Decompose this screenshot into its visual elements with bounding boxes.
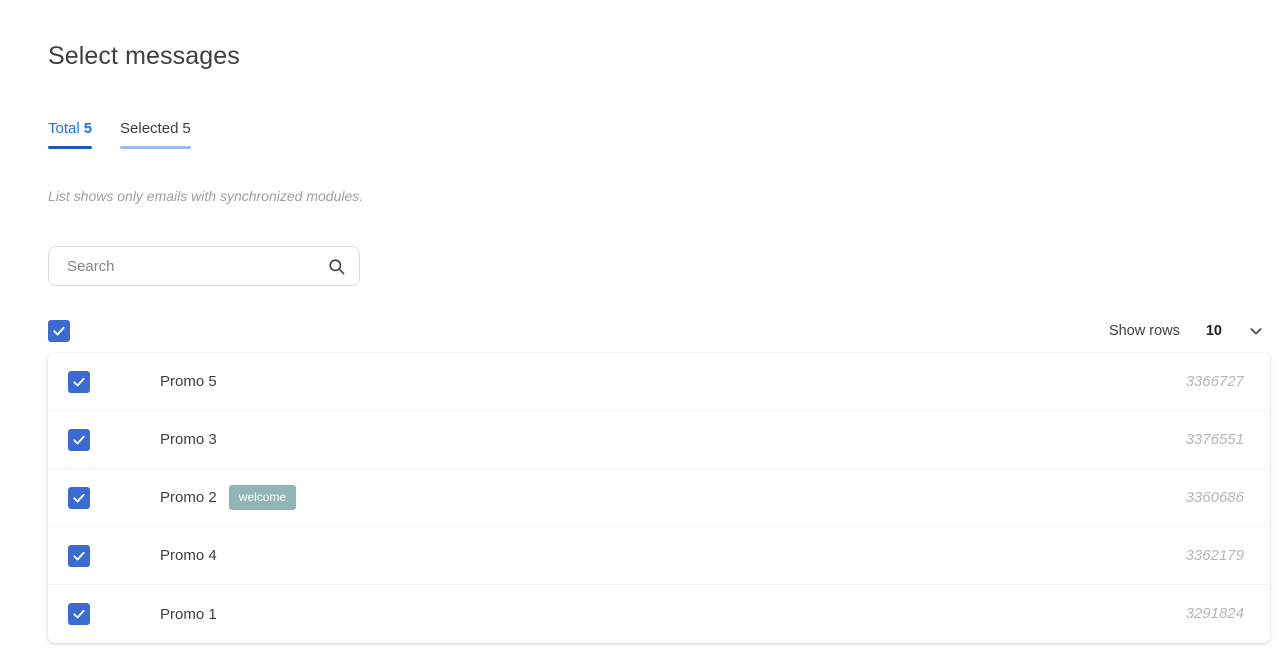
row-id-cell: 3362179 [1070, 547, 1270, 565]
show-rows-value: 10 [1205, 323, 1222, 339]
tab-selected-label: Selected [120, 120, 179, 137]
chevron-down-icon[interactable] [1248, 323, 1264, 339]
select-all-checkbox[interactable] [48, 320, 70, 342]
row-id: 3376551 [1185, 430, 1244, 448]
row-name: Promo 1 [160, 605, 217, 623]
row-checkbox-cell [48, 603, 112, 625]
row-name: Promo 2 [160, 489, 217, 506]
row-id: 3362179 [1185, 546, 1244, 564]
select-messages-page: Select messages Total 5 Selected 5 List sh… [0, 0, 1287, 672]
show-rows-control[interactable]: Show rows 10 [1109, 323, 1270, 339]
row-id-cell: 3366727 [1070, 373, 1270, 391]
tab-selected-underline [120, 146, 191, 149]
row-id-cell: 3376551 [1070, 431, 1270, 449]
page-title: Select messages [48, 42, 240, 70]
row-id-cell: 3291824 [1070, 605, 1270, 623]
row-checkbox[interactable] [68, 370, 90, 393]
row-name-cell: Promo 1 [112, 606, 1070, 623]
row-badge: welcome [228, 485, 297, 510]
row-name-cell: Promo 2 welcome [112, 485, 1070, 510]
table-row[interactable]: Promo 3 3376551 [48, 411, 1270, 469]
row-name: Promo 3 [160, 431, 217, 448]
messages-table: Promo 5 3366727 Promo 3 3376551 Promo 2 … [48, 353, 1270, 643]
table-row[interactable]: Promo 4 3362179 [48, 527, 1270, 585]
tab-total-underline [48, 146, 93, 149]
row-name-cell: Promo 5 [112, 373, 1070, 390]
row-checkbox[interactable] [68, 486, 90, 509]
row-checkbox-cell [48, 544, 112, 567]
row-id-cell: 3360686 [1070, 489, 1270, 507]
row-checkbox-cell [48, 428, 112, 451]
search-input[interactable] [49, 247, 319, 285]
row-checkbox-cell [48, 370, 112, 393]
row-checkbox[interactable] [68, 603, 90, 625]
tab-selected-count: 5 [182, 120, 191, 137]
show-rows-label: Show rows [1108, 323, 1180, 339]
row-name-cell: Promo 4 [112, 547, 1070, 564]
row-name: Promo 4 [160, 547, 217, 564]
row-checkbox-cell [48, 486, 112, 509]
row-id: 3291824 [1185, 605, 1244, 622]
row-id: 3366727 [1185, 372, 1244, 390]
row-name-cell: Promo 3 [112, 431, 1070, 448]
row-checkbox[interactable] [68, 428, 90, 451]
tab-total[interactable]: Total 5 [48, 118, 93, 149]
search-field[interactable] [48, 246, 360, 286]
list-hint-text: List shows only emails with synchronized… [48, 188, 364, 204]
row-id: 3360686 [1185, 488, 1244, 506]
table-toolbar: Show rows 10 [48, 316, 1270, 346]
tab-bar: Total 5 Selected 5 [48, 118, 191, 149]
row-checkbox[interactable] [68, 544, 90, 567]
tab-total-count: 5 [83, 120, 93, 137]
table-row[interactable]: Promo 2 welcome 3360686 [48, 469, 1270, 527]
tab-total-label: Total [48, 120, 80, 137]
tab-selected[interactable]: Selected 5 [120, 118, 191, 149]
search-icon[interactable] [319, 257, 353, 276]
row-name: Promo 5 [160, 373, 217, 390]
table-row[interactable]: Promo 5 3366727 [48, 353, 1270, 411]
table-row[interactable]: Promo 1 3291824 [48, 585, 1270, 643]
